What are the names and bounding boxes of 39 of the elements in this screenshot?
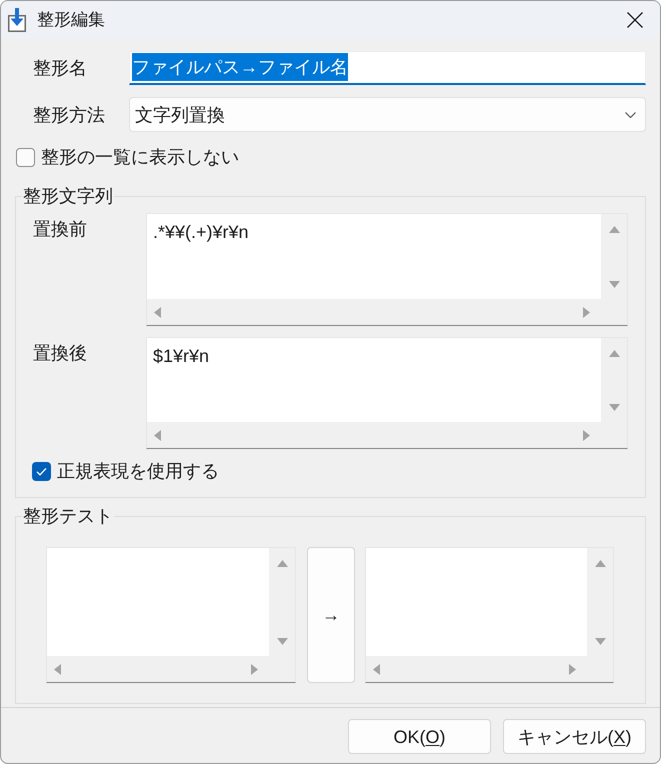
- document-down-arrow-icon: [8, 8, 26, 32]
- scroll-up-icon[interactable]: [608, 226, 620, 233]
- scroll-up-icon[interactable]: [594, 560, 606, 567]
- window-title: 整形編集: [37, 8, 105, 30]
- scroll-down-icon[interactable]: [608, 281, 620, 288]
- scroll-up-icon[interactable]: [608, 350, 620, 357]
- scroll-down-icon[interactable]: [608, 404, 620, 411]
- dropdown-field[interactable]: 文字列置換: [129, 97, 646, 132]
- checkbox[interactable]: [32, 462, 51, 480]
- scroll-left-icon[interactable]: [154, 306, 161, 318]
- field-label: 置換後: [33, 342, 87, 364]
- dialog-button[interactable]: キャンセル(X): [503, 719, 646, 754]
- scroll-left-icon[interactable]: [54, 664, 61, 674]
- scroll-right-icon[interactable]: [569, 664, 576, 674]
- scroll-left-icon[interactable]: [373, 664, 380, 674]
- field-label: 置換前: [33, 218, 87, 240]
- scroll-right-icon[interactable]: [583, 430, 590, 440]
- dialog-button[interactable]: OK(O): [348, 719, 491, 754]
- scroll-down-icon[interactable]: [594, 638, 606, 645]
- scroll-right-icon[interactable]: [583, 306, 590, 318]
- text-area[interactable]: .*¥¥(.+)¥r¥n: [146, 213, 628, 326]
- text-area[interactable]: [365, 547, 614, 683]
- checkbox-label: 正規表現を使用する: [57, 460, 219, 482]
- group-title: 整形文字列: [22, 185, 114, 207]
- scroll-left-icon[interactable]: [154, 430, 161, 440]
- close-icon[interactable]: [627, 12, 643, 28]
- scroll-down-icon[interactable]: [276, 638, 288, 645]
- field-label: 整形名: [33, 57, 88, 79]
- checkbox-label: 整形の一覧に表示しない: [41, 146, 239, 168]
- arrow-button[interactable]: →: [307, 547, 355, 683]
- checkbox[interactable]: [16, 148, 35, 166]
- text-area[interactable]: [46, 547, 296, 683]
- scroll-right-icon[interactable]: [251, 664, 258, 674]
- group-title: 整形テスト: [22, 505, 114, 527]
- text-input-field[interactable]: ファイルパス→ファイル名: [129, 51, 646, 85]
- scroll-up-icon[interactable]: [276, 560, 288, 567]
- field-label: 整形方法: [33, 104, 106, 126]
- chevron-down-icon: [625, 112, 636, 118]
- text-area[interactable]: $1¥r¥n: [146, 337, 628, 449]
